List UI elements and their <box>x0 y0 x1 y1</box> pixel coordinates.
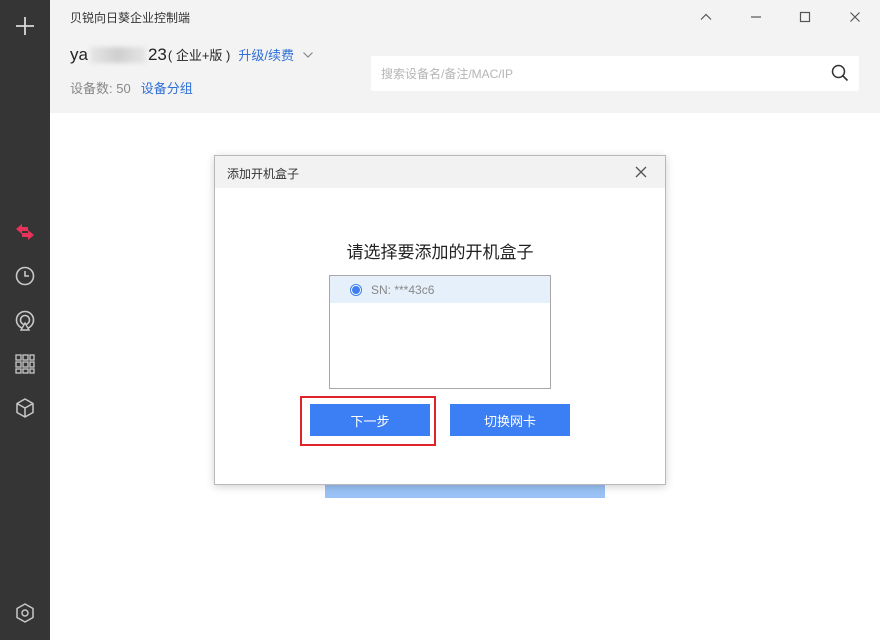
sidebar <box>0 0 50 640</box>
remote-transfer-icon[interactable] <box>13 220 37 244</box>
wireless-broadcast-icon[interactable] <box>13 309 37 333</box>
device-group-link[interactable]: 设备分组 <box>141 78 193 97</box>
account-name-prefix: ya <box>70 45 88 64</box>
minimize-icon[interactable] <box>745 6 767 28</box>
box-list: SN: ***43c6 <box>329 275 551 389</box>
dialog-header: 添加开机盒子 <box>215 156 665 188</box>
upgrade-link[interactable]: 升级/续费 <box>238 45 294 64</box>
device-summary: 设备数: 50 设备分组 <box>70 78 193 97</box>
settings-hexagon-icon[interactable] <box>13 601 37 625</box>
close-icon[interactable] <box>634 165 648 179</box>
account-name-suffix: 23 <box>147 45 167 64</box>
search-input[interactable] <box>371 56 811 91</box>
dialog-title: 添加开机盒子 <box>227 167 300 181</box>
close-icon[interactable] <box>844 6 866 28</box>
dialog-heading: 请选择要添加的开机盒子 <box>346 243 534 262</box>
radio-selected-icon[interactable] <box>350 283 362 296</box>
add-box-dialog: 添加开机盒子 请选择要添加的开机盒子 SN: ***43c6 下一步 切换网卡 <box>214 155 666 485</box>
search-icon[interactable] <box>831 64 849 82</box>
device-count-label: 设备数: 50 <box>70 81 131 96</box>
box-serial: SN: ***43c6 <box>371 282 435 297</box>
next-button[interactable]: 下一步 <box>310 404 430 436</box>
maximize-icon[interactable] <box>794 6 816 28</box>
switch-network-card-button[interactable]: 切换网卡 <box>450 404 570 436</box>
account-name-redaction <box>89 47 146 63</box>
plus-icon[interactable] <box>13 14 37 38</box>
apps-grid-icon[interactable] <box>13 352 37 376</box>
chevron-down-icon[interactable] <box>302 49 314 61</box>
account-edition: ( 企业+版 ) <box>167 48 231 63</box>
account-info: ya 23 ( 企业+版 ) 升级/续费 <box>70 45 314 65</box>
collapse-icon[interactable] <box>695 6 717 28</box>
search-box <box>371 56 859 91</box>
device-count: 50 <box>116 81 131 96</box>
box-cube-icon[interactable] <box>13 396 37 420</box>
header: 贝锐向日葵企业控制端 ya 23 ( 企业+版 ) 升级/续费 设备数: 50 … <box>50 0 880 113</box>
app-title: 贝锐向日葵企业控制端 <box>70 11 191 25</box>
history-clock-icon[interactable] <box>13 264 37 288</box>
list-item[interactable]: SN: ***43c6 <box>330 276 550 303</box>
